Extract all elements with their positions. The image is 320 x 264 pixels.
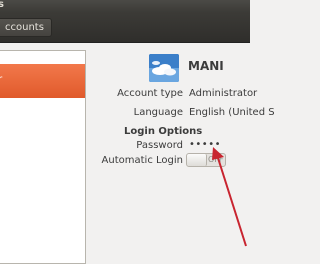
annotation-arrow <box>212 147 247 247</box>
arrow-head-icon <box>212 147 224 160</box>
